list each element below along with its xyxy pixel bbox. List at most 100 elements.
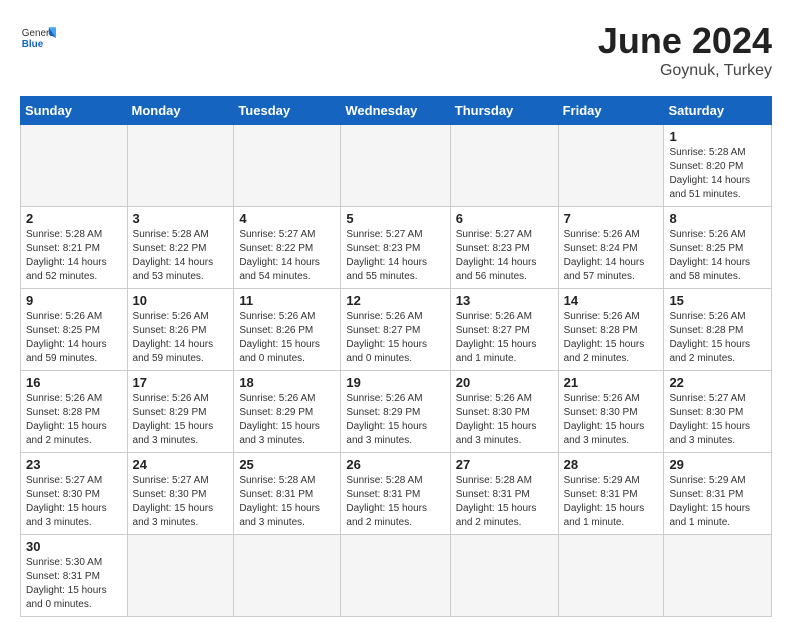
day-info: Sunrise: 5:26 AM Sunset: 8:28 PM Dayligh… [564,310,659,366]
calendar-day-cell: 28Sunrise: 5:29 AM Sunset: 8:31 PM Dayli… [558,453,664,535]
calendar-day-cell [234,125,341,207]
day-header-thursday: Thursday [450,97,558,125]
calendar-day-cell: 7 Sunrise: 5:26 AM Sunset: 8:24 PM Daylig… [558,207,664,289]
calendar-day-cell: 2 Sunrise: 5:28 AM Sunset: 8:21 PM Daylig… [21,207,128,289]
calendar-day-cell [558,535,664,617]
calendar-day-cell: 19 Sunrise: 5:26 AM Sunset: 8:29 PM Dayli… [341,371,450,453]
day-number: 10 [133,293,229,308]
day-info: Sunrise: 5:26 AM Sunset: 8:24 PM Dayligh… [564,228,659,284]
calendar-day-cell: 9 Sunrise: 5:26 AM Sunset: 8:25 PM Daylig… [21,289,128,371]
day-number: 23 [26,457,122,472]
day-number: 19 [346,375,444,390]
calendar-day-cell: 6Sunrise: 5:27 AM Sunset: 8:23 PM Daylig… [450,207,558,289]
day-number: 29 [669,457,766,472]
day-number: 1 [669,129,766,144]
day-info: Sunrise: 5:26 AM Sunset: 8:30 PM Dayligh… [564,392,659,448]
calendar-day-cell [234,535,341,617]
calendar-day-cell: 1 Sunrise: 5:28 AM Sunset: 8:20 PM Daylig… [664,125,772,207]
month-title: June 2024 [598,20,772,62]
day-number: 28 [564,457,659,472]
day-number: 13 [456,293,553,308]
day-info: Sunrise: 5:28 AM Sunset: 8:31 PM Dayligh… [346,474,444,530]
day-number: 5 [346,211,444,226]
calendar-day-cell: 11 Sunrise: 5:26 AM Sunset: 8:26 PM Dayli… [234,289,341,371]
calendar-day-cell: 12Sunrise: 5:26 AM Sunset: 8:27 PM Dayli… [341,289,450,371]
day-info: Sunrise: 5:27 AM Sunset: 8:30 PM Dayligh… [26,474,122,530]
calendar-day-cell: 22Sunrise: 5:27 AM Sunset: 8:30 PM Dayli… [664,371,772,453]
calendar-week-row: 23 Sunrise: 5:27 AM Sunset: 8:30 PM Dayli… [21,453,772,535]
day-info: Sunrise: 5:27 AM Sunset: 8:30 PM Dayligh… [133,474,229,530]
day-number: 11 [239,293,335,308]
day-info: Sunrise: 5:28 AM Sunset: 8:20 PM Dayligh… [669,146,766,202]
day-info: Sunrise: 5:28 AM Sunset: 8:31 PM Dayligh… [239,474,335,530]
day-info: Sunrise: 5:28 AM Sunset: 8:22 PM Dayligh… [133,228,229,284]
calendar-day-cell: 30 Sunrise: 5:30 AM Sunset: 8:31 PM Dayli… [21,535,128,617]
calendar-day-cell [664,535,772,617]
calendar-table: SundayMondayTuesdayWednesdayThursdayFrid… [20,96,772,617]
calendar-day-cell: 29Sunrise: 5:29 AM Sunset: 8:31 PM Dayli… [664,453,772,535]
day-info: Sunrise: 5:26 AM Sunset: 8:25 PM Dayligh… [26,310,122,366]
logo-icon: General Blue [20,20,56,56]
day-number: 4 [239,211,335,226]
calendar-day-cell: 27Sunrise: 5:28 AM Sunset: 8:31 PM Dayli… [450,453,558,535]
day-number: 30 [26,539,122,554]
calendar-day-cell [558,125,664,207]
calendar-day-cell [127,535,234,617]
calendar-day-cell: 26 Sunrise: 5:28 AM Sunset: 8:31 PM Dayli… [341,453,450,535]
day-info: Sunrise: 5:26 AM Sunset: 8:28 PM Dayligh… [669,310,766,366]
calendar-day-cell [341,535,450,617]
day-info: Sunrise: 5:26 AM Sunset: 8:27 PM Dayligh… [346,310,444,366]
title-block: June 2024 Goynuk, Turkey [598,20,772,80]
calendar-week-row: 2 Sunrise: 5:28 AM Sunset: 8:21 PM Daylig… [21,207,772,289]
calendar-day-cell: 17Sunrise: 5:26 AM Sunset: 8:29 PM Dayli… [127,371,234,453]
day-info: Sunrise: 5:26 AM Sunset: 8:30 PM Dayligh… [456,392,553,448]
day-number: 6 [456,211,553,226]
day-info: Sunrise: 5:26 AM Sunset: 8:29 PM Dayligh… [346,392,444,448]
calendar-day-cell: 15Sunrise: 5:26 AM Sunset: 8:28 PM Dayli… [664,289,772,371]
day-info: Sunrise: 5:27 AM Sunset: 8:22 PM Dayligh… [239,228,335,284]
day-header-wednesday: Wednesday [341,97,450,125]
day-number: 16 [26,375,122,390]
calendar-day-cell: 8Sunrise: 5:26 AM Sunset: 8:25 PM Daylig… [664,207,772,289]
calendar-day-cell: 21Sunrise: 5:26 AM Sunset: 8:30 PM Dayli… [558,371,664,453]
day-info: Sunrise: 5:27 AM Sunset: 8:23 PM Dayligh… [346,228,444,284]
calendar-day-cell: 10 Sunrise: 5:26 AM Sunset: 8:26 PM Dayli… [127,289,234,371]
day-number: 2 [26,211,122,226]
day-info: Sunrise: 5:26 AM Sunset: 8:26 PM Dayligh… [133,310,229,366]
calendar-day-cell [450,125,558,207]
day-number: 22 [669,375,766,390]
calendar-week-row: 16 Sunrise: 5:26 AM Sunset: 8:28 PM Dayli… [21,371,772,453]
day-header-saturday: Saturday [664,97,772,125]
calendar-week-row: 30 Sunrise: 5:30 AM Sunset: 8:31 PM Dayli… [21,535,772,617]
page-header: General Blue June 2024 Goynuk, Turkey [20,20,772,80]
day-info: Sunrise: 5:28 AM Sunset: 8:21 PM Dayligh… [26,228,122,284]
day-header-monday: Monday [127,97,234,125]
day-number: 20 [456,375,553,390]
day-info: Sunrise: 5:26 AM Sunset: 8:29 PM Dayligh… [133,392,229,448]
day-number: 27 [456,457,553,472]
day-header-tuesday: Tuesday [234,97,341,125]
day-number: 8 [669,211,766,226]
day-info: Sunrise: 5:26 AM Sunset: 8:26 PM Dayligh… [239,310,335,366]
calendar-day-cell: 5 Sunrise: 5:27 AM Sunset: 8:23 PM Daylig… [341,207,450,289]
day-number: 7 [564,211,659,226]
day-header-friday: Friday [558,97,664,125]
calendar-day-cell: 16 Sunrise: 5:26 AM Sunset: 8:28 PM Dayli… [21,371,128,453]
calendar-day-cell [21,125,128,207]
day-info: Sunrise: 5:26 AM Sunset: 8:28 PM Dayligh… [26,392,122,448]
calendar-day-cell: 18Sunrise: 5:26 AM Sunset: 8:29 PM Dayli… [234,371,341,453]
calendar-day-cell [450,535,558,617]
calendar-week-row: 9 Sunrise: 5:26 AM Sunset: 8:25 PM Daylig… [21,289,772,371]
calendar-day-cell: 24Sunrise: 5:27 AM Sunset: 8:30 PM Dayli… [127,453,234,535]
calendar-day-cell [341,125,450,207]
location: Goynuk, Turkey [598,62,772,80]
day-info: Sunrise: 5:30 AM Sunset: 8:31 PM Dayligh… [26,556,122,612]
calendar-day-cell: 25Sunrise: 5:28 AM Sunset: 8:31 PM Dayli… [234,453,341,535]
day-number: 14 [564,293,659,308]
calendar-day-cell: 13Sunrise: 5:26 AM Sunset: 8:27 PM Dayli… [450,289,558,371]
day-number: 9 [26,293,122,308]
day-number: 3 [133,211,229,226]
calendar-day-cell: 4 Sunrise: 5:27 AM Sunset: 8:22 PM Daylig… [234,207,341,289]
day-number: 26 [346,457,444,472]
day-info: Sunrise: 5:26 AM Sunset: 8:29 PM Dayligh… [239,392,335,448]
